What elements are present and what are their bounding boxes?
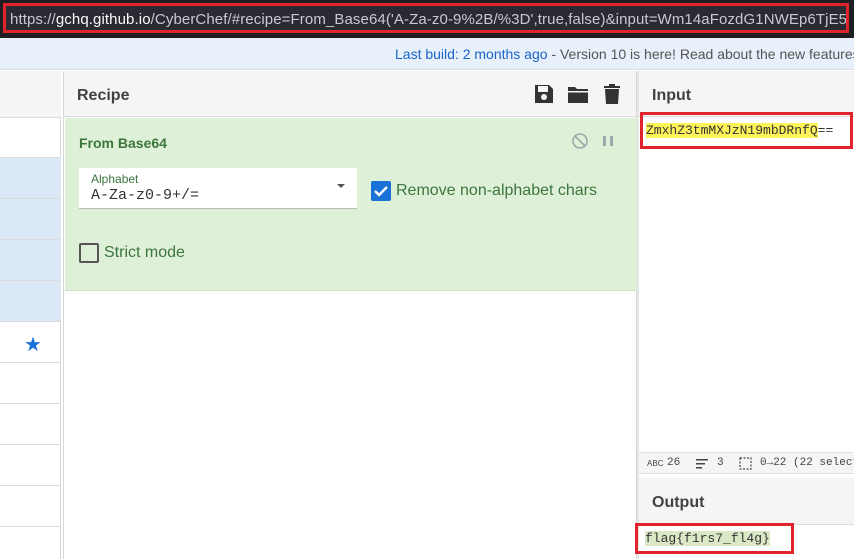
banner-message: - Version 10 is here! Read about the new… [547, 46, 854, 62]
notice-banner: Last build: 2 months ago - Version 10 is… [0, 38, 854, 70]
url-path: /CyberChef/#recipe=From_Base64('A-Za-z0-… [150, 11, 848, 28]
favourites-category[interactable]: ★ [0, 322, 61, 363]
abc-icon: ABC [647, 459, 664, 468]
checkmark-icon [374, 186, 388, 197]
remove-non-alphabet-checkbox[interactable] [371, 181, 391, 201]
operations-search[interactable] [0, 118, 61, 158]
operation-category[interactable] [0, 404, 61, 445]
banner-text: Last build: 2 months ago - Version 10 is… [395, 46, 854, 62]
alphabet-value: A-Za-z0-9+/= [91, 187, 200, 204]
char-count: 26 [667, 457, 681, 469]
alphabet-select[interactable]: Alphabet A-Za-z0-9+/= [79, 168, 357, 209]
selection-range: 0→22 (22 selected) [760, 457, 854, 469]
pause-icon[interactable] [599, 132, 617, 150]
output-textarea[interactable]: flag{f1rs7_fl4g} [645, 531, 770, 546]
browser-url-bar: https://gchq.github.io/CyberChef/#recipe… [0, 0, 854, 38]
selection-icon [739, 457, 752, 470]
operation-from-base64[interactable]: From Base64 Alphabet A-Za-z0-9+/= Remove… [65, 118, 637, 291]
input-textarea[interactable]: ZmxhZ3tmMXJzN19mbDRnfQ== [646, 123, 833, 138]
operation-category[interactable] [0, 158, 61, 199]
operation-category[interactable] [0, 199, 61, 240]
lines-icon [696, 459, 708, 469]
url-field[interactable]: https://gchq.github.io/CyberChef/#recipe… [3, 3, 849, 33]
operation-category[interactable] [0, 240, 61, 281]
save-icon[interactable] [533, 83, 555, 105]
operation-category[interactable] [0, 281, 61, 322]
input-status-bar: ABC 26 3 0→22 (22 selected) [639, 452, 854, 474]
strict-mode-checkbox[interactable] [79, 243, 99, 263]
operations-header [0, 71, 61, 118]
last-build-link[interactable]: Last build: 2 months ago [395, 46, 548, 62]
io-panel: Input ZmxhZ3tmMXJzN19mbDRnfQ== ABC 26 3 … [635, 71, 854, 559]
operation-category[interactable] [0, 445, 61, 486]
recipe-panel: Recipe From Base64 Alphabet A-Za-z0-9+/=… [63, 71, 637, 559]
line-count: 3 [717, 457, 724, 469]
url-prefix: https:// [10, 11, 56, 28]
operation-title: From Base64 [79, 135, 167, 151]
alphabet-label: Alphabet [91, 172, 139, 186]
recipe-header: Recipe [64, 71, 636, 117]
strict-mode-label: Strict mode [104, 244, 185, 261]
operations-panel: ★ [0, 71, 61, 559]
url-host: gchq.github.io [55, 11, 151, 28]
input-remaining-text: == [817, 123, 834, 138]
folder-icon[interactable] [567, 83, 589, 105]
input-header: Input [639, 71, 854, 117]
chevron-down-icon [337, 184, 345, 188]
operation-category[interactable] [0, 527, 61, 559]
output-selected-text: flag{f1rs7_fl4g} [645, 531, 770, 546]
input-selected-text: ZmxhZ3tmMXJzN19mbDRnfQ [646, 123, 818, 138]
input-title: Input [652, 87, 692, 104]
star-icon: ★ [24, 334, 42, 356]
operation-category[interactable] [0, 363, 61, 404]
remove-non-alphabet-label: Remove non-alphabet chars [396, 182, 598, 199]
operation-category[interactable] [0, 486, 61, 527]
trash-icon[interactable] [601, 83, 623, 105]
disable-icon[interactable] [571, 132, 589, 150]
url-text: https://gchq.github.io/CyberChef/#recipe… [10, 11, 848, 28]
recipe-title: Recipe [77, 87, 130, 104]
output-header: Output [639, 478, 854, 525]
output-title: Output [652, 494, 705, 511]
